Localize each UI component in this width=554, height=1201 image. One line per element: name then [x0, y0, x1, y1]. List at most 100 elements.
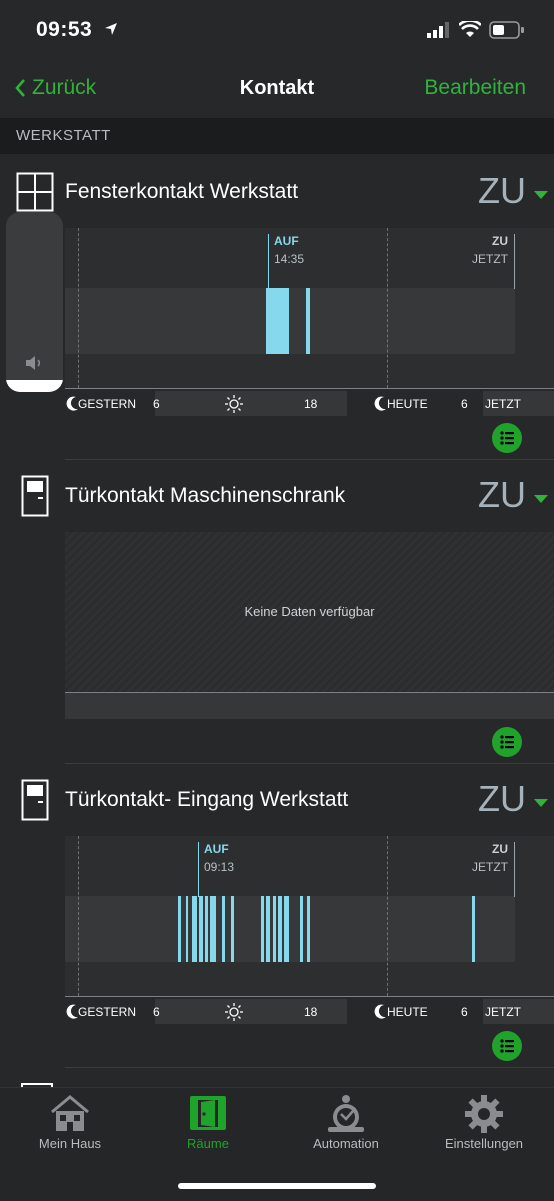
day-shade: [155, 999, 347, 1024]
event-time: 14:35: [274, 252, 305, 266]
history-list-button[interactable]: [492, 1031, 522, 1061]
open-bar: [199, 896, 203, 962]
axis-eighteen: 18: [304, 397, 318, 411]
axis-yesterday: GESTERN: [78, 1005, 137, 1019]
state-value: ZU: [478, 170, 526, 211]
now-time: JETZT: [472, 252, 508, 266]
section-header: WERKSTATT: [0, 118, 554, 154]
gear-icon: [465, 1095, 503, 1133]
tab-label: Automation: [313, 1136, 379, 1151]
open-bar: [472, 896, 475, 962]
moon-icon: [66, 396, 78, 411]
location-arrow-icon: [105, 23, 117, 35]
open-bar: [205, 896, 208, 962]
chart-band: [65, 896, 515, 962]
gridline: [78, 836, 79, 996]
tab-einstellungen[interactable]: Einstellungen: [414, 1092, 554, 1158]
now-label: ZU: [492, 234, 508, 248]
event-marker: [198, 842, 199, 897]
gridline: [78, 228, 79, 388]
event-label: AUF: [204, 842, 229, 856]
open-bar: [278, 896, 282, 962]
no-data-text: Keine Daten verfügbar: [244, 604, 375, 619]
window-icon: [16, 172, 54, 212]
now-marker: [514, 842, 515, 897]
home-indicator: [178, 1183, 376, 1189]
history-list-button[interactable]: [492, 423, 522, 453]
open-bar: [261, 896, 264, 962]
gridline: [387, 228, 388, 388]
speaker-icon: [26, 356, 41, 370]
event-time: 09:13: [204, 860, 235, 874]
state-dropdown[interactable]: ZU: [478, 778, 548, 820]
state-dropdown[interactable]: ZU: [478, 170, 548, 212]
tab-label: Einstellungen: [444, 1136, 524, 1151]
open-bar: [192, 896, 197, 962]
open-bar: [266, 288, 289, 354]
door-icon: [21, 475, 49, 517]
axis-yesterday: GESTERN: [78, 397, 137, 411]
house-icon: [51, 1095, 89, 1131]
axis-eighteen: 18: [304, 1005, 318, 1019]
open-bar: [273, 896, 276, 962]
state-dropdown[interactable]: ZU: [478, 474, 548, 516]
open-bar: [186, 896, 188, 962]
open-bar: [178, 896, 181, 962]
chart-band: [65, 288, 515, 354]
open-bar: [266, 896, 270, 962]
open-bar: [300, 896, 303, 962]
open-bar: [210, 896, 216, 962]
door-icon: [190, 1096, 226, 1130]
signal-icon: [427, 22, 449, 38]
event-marker: [268, 234, 269, 289]
moon-icon: [374, 396, 386, 411]
divider: [65, 1067, 554, 1068]
time-axis: GESTERN 6 18 HEUTE 6 JETZT: [65, 391, 554, 417]
state-value: ZU: [478, 474, 526, 515]
axis-placeholder: [65, 693, 554, 719]
sun-icon: [225, 1003, 243, 1021]
axis-today: HEUTE: [387, 397, 428, 411]
open-bar: [222, 896, 225, 962]
gridline: [387, 836, 388, 996]
moon-icon: [374, 1004, 386, 1019]
volume-overlay: [6, 212, 63, 392]
axis-six: 6: [461, 397, 468, 411]
state-value: ZU: [478, 778, 526, 819]
axis-today: HEUTE: [387, 1005, 428, 1019]
divider: [65, 459, 554, 460]
open-bar: [284, 896, 289, 962]
axis-now: JETZT: [485, 397, 521, 411]
chart-baseline: [65, 996, 554, 997]
axis-now: JETZT: [485, 1005, 521, 1019]
door-icon: [21, 779, 49, 821]
edit-button[interactable]: Bearbeiten: [424, 76, 526, 100]
caret-down-icon: [534, 191, 548, 199]
caret-down-icon: [534, 799, 548, 807]
now-label: ZU: [492, 842, 508, 856]
now-time: JETZT: [472, 860, 508, 874]
moon-icon: [66, 1004, 78, 1019]
open-bar: [231, 896, 234, 962]
open-bar: [307, 896, 310, 962]
time-axis: GESTERN 6 18 HEUTE 6 JETZT: [65, 999, 554, 1025]
caret-down-icon: [534, 495, 548, 503]
event-label: AUF: [274, 234, 299, 248]
axis-six: 6: [461, 1005, 468, 1019]
tab-automation[interactable]: Automation: [276, 1092, 416, 1158]
open-bar: [306, 288, 310, 354]
axis-six: 6: [153, 1005, 160, 1019]
now-marker: [514, 234, 515, 289]
section-title: WERKSTATT: [16, 127, 111, 144]
device-title: Fensterkontakt Werkstatt: [65, 180, 299, 203]
tab-raeume[interactable]: Räume: [138, 1092, 278, 1158]
tab-label: Räume: [187, 1136, 229, 1151]
tab-mein-haus[interactable]: Mein Haus: [0, 1092, 140, 1158]
list-icon: [500, 735, 514, 749]
device-title: Türkontakt Maschinenschrank: [65, 484, 346, 507]
divider: [65, 763, 554, 764]
sun-icon: [225, 395, 243, 413]
axis-six: 6: [153, 397, 160, 411]
day-shade: [155, 391, 347, 416]
history-list-button[interactable]: [492, 727, 522, 757]
